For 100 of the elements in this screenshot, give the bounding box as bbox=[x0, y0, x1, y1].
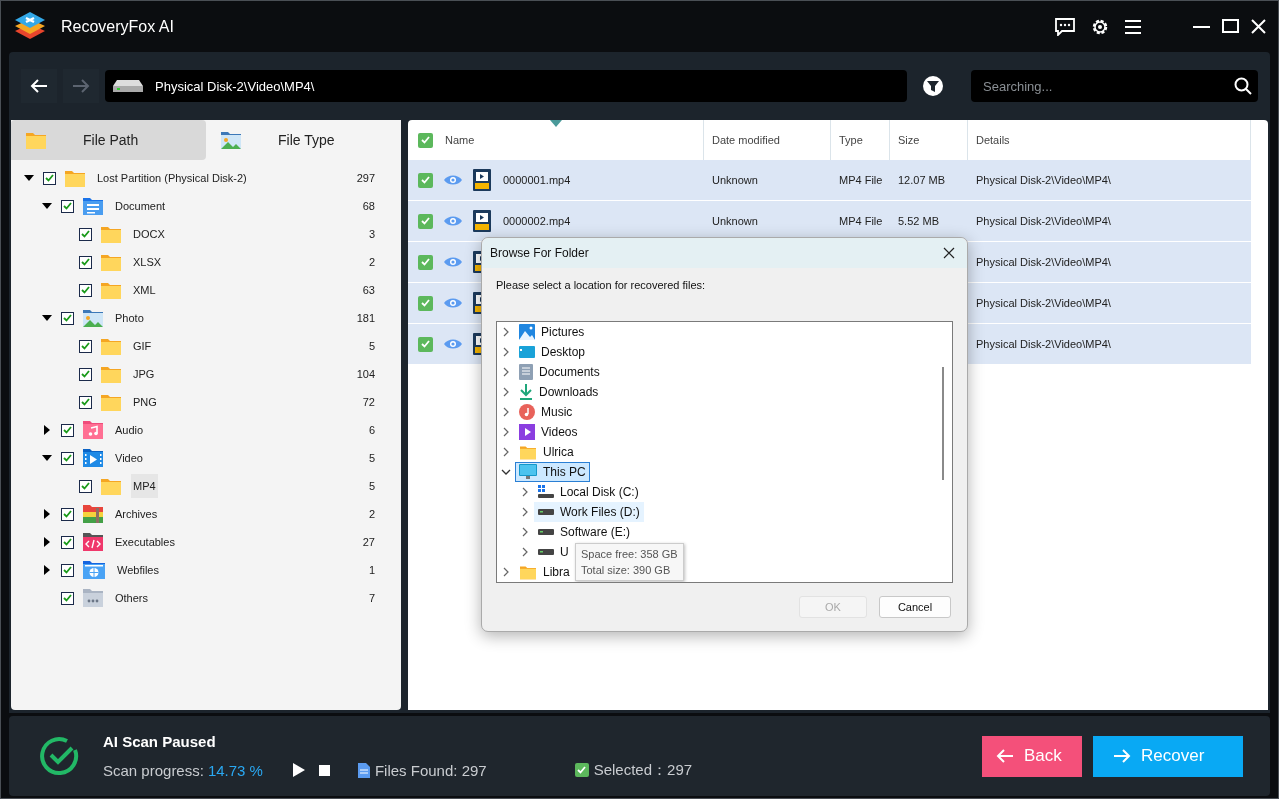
folder-tree-item[interactable]: Downloads bbox=[515, 382, 603, 402]
checkmark-icon bbox=[81, 482, 90, 490]
tree-item[interactable]: Photo bbox=[113, 306, 146, 330]
folder-tree-item[interactable]: Pictures bbox=[515, 322, 589, 342]
path-cell: Physical Disk-2\Video\MP4\ bbox=[976, 215, 1111, 227]
tree-item[interactable]: Lost Partition (Physical Disk-2) bbox=[95, 166, 249, 190]
search-icon[interactable] bbox=[1234, 77, 1252, 95]
menu-icon[interactable] bbox=[1125, 19, 1141, 34]
checkbox[interactable] bbox=[79, 339, 92, 353]
column-header[interactable]: Date modified bbox=[712, 134, 780, 146]
checkbox[interactable] bbox=[79, 255, 92, 269]
tree-item[interactable]: Video bbox=[113, 446, 145, 470]
folder-tree-item[interactable]: Software (E:) bbox=[534, 522, 635, 542]
checkbox[interactable] bbox=[418, 172, 433, 188]
checkbox[interactable] bbox=[61, 423, 74, 437]
tree-item[interactable]: PNG bbox=[131, 390, 159, 414]
eye-icon[interactable] bbox=[443, 174, 463, 186]
item-count: 2 bbox=[368, 256, 375, 268]
path-bar[interactable]: Physical Disk-2\Video\MP4\ bbox=[105, 70, 907, 102]
tree-item[interactable]: Executables bbox=[113, 530, 177, 554]
folder-icon bbox=[100, 392, 122, 412]
checkmark-icon bbox=[421, 258, 430, 266]
checkbox[interactable] bbox=[79, 227, 92, 241]
size-cell: 5.52 MB bbox=[898, 215, 939, 227]
tree-item[interactable]: GIF bbox=[131, 334, 154, 358]
column-header[interactable]: Size bbox=[898, 134, 920, 146]
archive-folder-icon bbox=[82, 504, 104, 524]
chat-icon[interactable] bbox=[1055, 17, 1075, 36]
folder-tree-item[interactable]: Music bbox=[515, 402, 577, 422]
back-arrow-button[interactable] bbox=[21, 69, 57, 103]
folder-tree-item[interactable]: Libra bbox=[515, 562, 574, 582]
file-row[interactable]: 0000001.mp4 Unknown MP4 File 12.07 MB Physical Disk-2\Video\MP4\ bbox=[408, 160, 1251, 201]
checkbox[interactable] bbox=[79, 479, 92, 493]
tree-item[interactable]: DOCX bbox=[131, 222, 167, 246]
checkbox[interactable] bbox=[43, 171, 56, 185]
tree-item[interactable]: XLSX bbox=[131, 250, 164, 274]
video-icon bbox=[519, 424, 535, 440]
checkmark-icon bbox=[421, 299, 430, 307]
chevron-icon[interactable] bbox=[499, 467, 513, 477]
checkmark-icon bbox=[63, 538, 72, 546]
checkbox[interactable] bbox=[574, 763, 589, 777]
checkbox[interactable] bbox=[61, 311, 74, 325]
checkbox[interactable] bbox=[79, 283, 92, 297]
expander-icon[interactable] bbox=[23, 173, 35, 183]
expander-icon[interactable] bbox=[41, 453, 53, 463]
tree-item[interactable]: MP4 bbox=[131, 474, 158, 498]
folder-tree-item[interactable]: Ulrica bbox=[515, 442, 578, 462]
tree-item[interactable]: XML bbox=[131, 278, 158, 302]
scrollbar[interactable] bbox=[942, 367, 944, 480]
dialog-button[interactable]: Cancel bbox=[879, 596, 951, 618]
eye-icon[interactable] bbox=[443, 256, 463, 268]
filter-icon[interactable] bbox=[923, 76, 943, 96]
column-header[interactable]: Details bbox=[976, 134, 1010, 146]
folder-tree-item[interactable]: This PC bbox=[515, 462, 590, 482]
file-row[interactable]: 0000002.mp4 Unknown MP4 File 5.52 MB Physical Disk-2\Video\MP4\ bbox=[408, 201, 1251, 242]
expander-icon[interactable] bbox=[41, 313, 53, 323]
checkbox[interactable] bbox=[61, 591, 74, 605]
code-folder-icon bbox=[82, 532, 104, 552]
select-all-checkbox[interactable] bbox=[418, 132, 433, 148]
close-icon[interactable] bbox=[1251, 19, 1266, 34]
checkbox[interactable] bbox=[61, 535, 74, 549]
checkbox[interactable] bbox=[61, 507, 74, 521]
column-header[interactable]: Type bbox=[839, 134, 863, 146]
column-header[interactable]: Name bbox=[445, 134, 475, 146]
picture-folder-icon bbox=[220, 130, 242, 150]
windows-drive-icon bbox=[538, 485, 554, 499]
left-arrow-icon bbox=[996, 748, 1014, 764]
expander-icon[interactable] bbox=[41, 201, 53, 211]
folder-tree-item[interactable]: Videos bbox=[515, 422, 582, 442]
search-input[interactable]: Searching... bbox=[981, 77, 1234, 95]
stop-icon[interactable] bbox=[318, 764, 330, 776]
tree-item[interactable]: Document bbox=[113, 194, 168, 218]
eye-icon[interactable] bbox=[443, 338, 463, 350]
checkbox[interactable] bbox=[418, 213, 433, 229]
tree-item[interactable]: Webfiles bbox=[115, 558, 161, 582]
checkbox[interactable] bbox=[61, 451, 74, 465]
maximize-icon[interactable] bbox=[1222, 18, 1239, 35]
eye-icon[interactable] bbox=[443, 215, 463, 227]
checkbox[interactable] bbox=[418, 295, 433, 311]
folder-tree-item[interactable]: Documents bbox=[515, 362, 604, 382]
folder-tree-item[interactable]: U bbox=[534, 542, 573, 562]
tree-item[interactable]: Audio bbox=[113, 418, 146, 442]
tab[interactable]: File Path bbox=[11, 120, 206, 160]
folder-tree-item[interactable]: Desktop bbox=[515, 342, 590, 362]
checkbox[interactable] bbox=[79, 395, 92, 409]
settings-icon[interactable] bbox=[1091, 17, 1109, 36]
checkbox[interactable] bbox=[79, 367, 92, 381]
tree-item[interactable]: Archives bbox=[113, 502, 160, 526]
folder-tree-item[interactable]: Local Disk (C:) bbox=[534, 482, 643, 502]
tree-item[interactable]: Others bbox=[113, 586, 150, 610]
folder-tree-item[interactable]: Work Files (D:) bbox=[534, 502, 644, 522]
folder-icon bbox=[519, 564, 537, 580]
play-icon[interactable] bbox=[292, 763, 305, 777]
checkbox[interactable] bbox=[418, 254, 433, 270]
search-field[interactable]: Searching... bbox=[971, 70, 1258, 102]
checkbox[interactable] bbox=[61, 563, 74, 577]
tree-item[interactable]: JPG bbox=[131, 362, 157, 386]
checkbox[interactable] bbox=[61, 199, 74, 213]
checkbox[interactable] bbox=[418, 336, 433, 352]
eye-icon[interactable] bbox=[443, 297, 463, 309]
